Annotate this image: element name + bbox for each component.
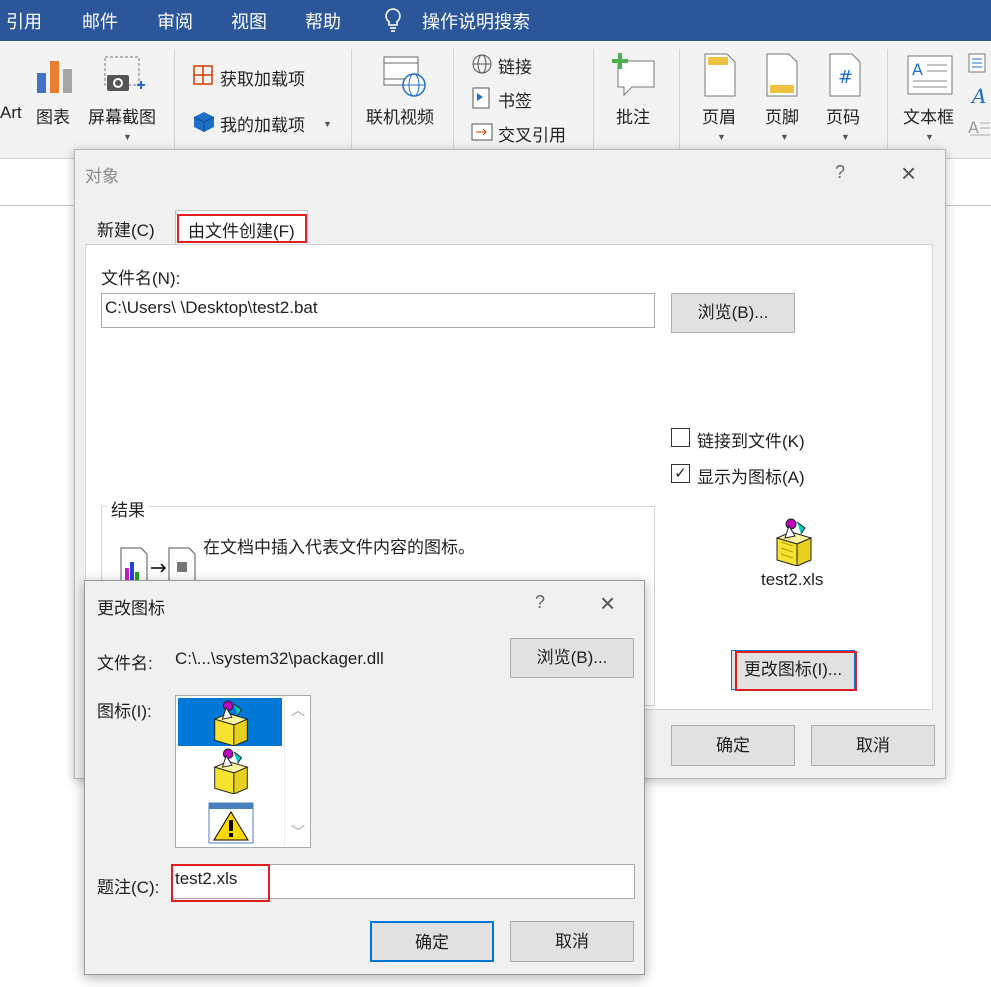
tab-mailings[interactable]: 邮件 [82,8,118,34]
browse-button[interactable]: 浏览(B)... [671,293,795,333]
list-item[interactable] [178,748,282,798]
svg-text:A: A [912,60,923,79]
svg-text:A: A [968,118,979,137]
icon-list[interactable]: ︿ ﹀ [175,695,311,848]
chart-button[interactable]: 图表 [36,103,70,128]
chevron-down-icon[interactable]: ▼ [123,132,132,142]
chevron-down-icon[interactable]: ▼ [841,132,850,142]
list-item-selected[interactable] [178,698,282,747]
package-icon [208,748,254,799]
ribbon-panel: Art 图 图表 屏幕截图 ▼ 获取加载项 我的加载项 ▼ 联机视频 链接 书签… [0,41,991,183]
cancel-button[interactable]: 取消 [811,725,935,766]
filename-value: C:\...\system32\packager.dll [175,649,384,668]
cross-reference-icon [471,121,493,148]
footer-button[interactable]: 页脚 [765,103,799,128]
package-icon [771,518,817,571]
chevron-down-icon[interactable]: ▼ [323,119,332,129]
display-as-icon-checkbox[interactable]: ✓ [671,464,690,483]
cancel-button[interactable]: 取消 [510,921,634,962]
close-icon[interactable]: × [600,590,615,616]
display-as-icon-label[interactable]: 显示为图标(A) [697,463,805,488]
tab-view[interactable]: 视图 [231,8,267,34]
chevron-down-icon[interactable]: ▼ [780,132,789,142]
header-icon [704,53,736,102]
lightbulb-icon [383,7,403,38]
page-number-icon: # [829,53,861,102]
text-box-button[interactable]: 文本框 [903,103,954,128]
footer-icon [766,53,798,102]
help-button[interactable]: ? [535,592,545,613]
screenshot-button[interactable]: 屏幕截图 [88,103,156,128]
text-box-icon: A [907,55,953,100]
get-addins-button[interactable]: 获取加载项 [220,65,305,90]
link-to-file-checkbox[interactable] [671,428,690,447]
tab-help[interactable]: 帮助 [305,8,341,34]
result-label: 结果 [107,496,149,521]
chart-icon [35,55,75,100]
scrollbar[interactable]: ︿ ﹀ [284,696,310,847]
browse-button[interactable]: 浏览(B)... [510,638,634,678]
tell-me-search[interactable]: 操作说明搜索 [422,8,530,34]
screenshot-icon [103,55,147,102]
bookmark-icon [471,87,491,114]
ribbon-tab-bar: 引用 邮件 审阅 视图 帮助 操作说明搜索 [0,0,991,41]
drop-cap-icon: A [968,117,990,144]
highlight-box [735,651,857,691]
new-comment-icon [610,51,658,102]
icon-label: 图标(I): [97,702,152,721]
wordart-icon: A [970,84,990,112]
help-button[interactable]: ? [835,162,845,183]
package-icon [208,700,254,751]
chevron-down-icon[interactable]: ▼ [925,132,934,142]
smartart-label-partial[interactable]: Art [0,103,22,123]
chevron-down-icon[interactable]: ﹀ [291,822,305,842]
header-button[interactable]: 页眉 [702,103,736,128]
dialog-title: 对象 [85,167,119,186]
caption-label: 题注(C): [97,878,160,897]
tab-references[interactable]: 引用 [6,8,42,34]
warning-icon [208,802,254,849]
highlight-box [177,214,307,243]
link-button[interactable]: 链接 [498,53,532,78]
cross-reference-button[interactable]: 交叉引用 [498,121,566,146]
bookmark-button[interactable]: 书签 [498,87,532,112]
store-icon [193,65,213,90]
link-icon [471,53,493,80]
chevron-up-icon[interactable]: ︿ [291,700,305,720]
quick-parts-icon [968,53,986,78]
result-description: 在文档中插入代表文件内容的图标。 [203,538,475,557]
filename-label: 文件名(N): [101,269,181,288]
ok-button[interactable]: 确定 [370,921,494,962]
dialog-title: 更改图标 [97,599,165,618]
page-number-button[interactable]: 页码 [826,103,860,128]
link-to-file-label[interactable]: 链接到文件(K) [697,427,805,452]
online-video-button[interactable]: 联机视频 [366,103,434,128]
filename-label: 文件名: [97,654,153,673]
my-addins-button[interactable]: 我的加载项 [220,111,305,136]
chevron-down-icon[interactable]: ▼ [717,132,726,142]
online-video-icon [382,55,428,104]
addins-cube-icon [193,111,215,138]
close-icon[interactable]: × [901,160,916,186]
change-icon-dialog: 更改图标 ? × 文件名: C:\...\system32\packager.d… [84,580,645,975]
highlight-box [171,864,270,902]
tab-review[interactable]: 审阅 [157,8,193,34]
comment-button[interactable]: 批注 [616,103,650,128]
filename-input[interactable]: C:\Users\ \Desktop\test2.bat [101,293,655,328]
svg-text:#: # [838,67,853,88]
icon-caption: test2.xls [761,570,824,589]
tab-create-new[interactable]: 新建(C) [85,210,167,244]
svg-text:A: A [970,85,986,107]
list-item[interactable] [178,800,282,846]
ok-button[interactable]: 确定 [671,725,795,766]
